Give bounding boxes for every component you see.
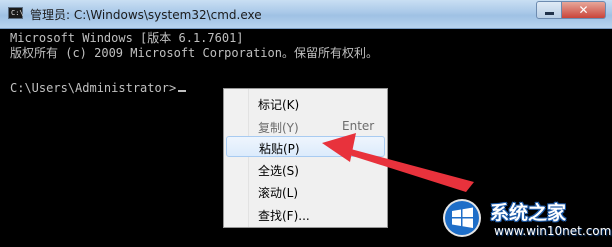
menu-item-label: 标记(K) <box>258 98 300 112</box>
console-line-copyright: 版权所有 (c) 2009 Microsoft Corporation。保留所有… <box>10 46 378 60</box>
cmd-icon-glyph: C:\ <box>11 9 24 17</box>
menu-item-mark[interactable]: 标记(K) <box>226 93 385 114</box>
prompt-text: C:\Users\Administrator> <box>10 81 177 95</box>
windows-logo-icon <box>443 199 481 237</box>
menu-item-label: 查找(F)... <box>258 209 310 223</box>
close-button[interactable]: ✕ <box>562 1 606 19</box>
menu-item-find[interactable]: 查找(F)... <box>226 204 385 225</box>
menu-item-copy[interactable]: 复制(Y) Enter <box>226 116 385 137</box>
window-buttons: ✕ <box>536 1 606 19</box>
console-line-version: Microsoft Windows [版本 6.1.7601] <box>10 31 244 45</box>
window-title: 管理员: C:\Windows\system32\cmd.exe <box>30 8 262 22</box>
console-prompt: C:\Users\Administrator> <box>10 81 187 95</box>
menu-item-label: 滚动(L) <box>258 186 299 200</box>
cmd-icon[interactable]: C:\ <box>8 7 24 19</box>
watermark-title: 系统之家 <box>490 202 567 224</box>
menu-item-scroll[interactable]: 滚动(L) <box>226 181 385 202</box>
watermark-url: www.win10net.com <box>494 224 612 238</box>
menu-item-select-all[interactable]: 全选(S) <box>226 159 385 180</box>
menu-item-label: 复制(Y) <box>258 121 299 135</box>
menu-item-accelerator: Enter <box>342 119 375 133</box>
watermark: 系统之家 www.win10net.com <box>440 196 612 247</box>
context-menu: 标记(K) 复制(Y) Enter 粘贴(P) 全选(S) 滚动(L) 查找(F… <box>223 88 388 228</box>
close-icon: ✕ <box>578 3 589 17</box>
minimize-button[interactable] <box>536 1 562 19</box>
menu-item-paste[interactable]: 粘贴(P) <box>226 136 385 157</box>
menu-item-label: 全选(S) <box>258 164 299 178</box>
minimize-icon <box>544 11 554 15</box>
text-cursor <box>178 90 187 92</box>
title-bar[interactable]: C:\ 管理员: C:\Windows\system32\cmd.exe ✕ <box>0 0 612 29</box>
menu-item-label: 粘贴(P) <box>259 142 300 156</box>
